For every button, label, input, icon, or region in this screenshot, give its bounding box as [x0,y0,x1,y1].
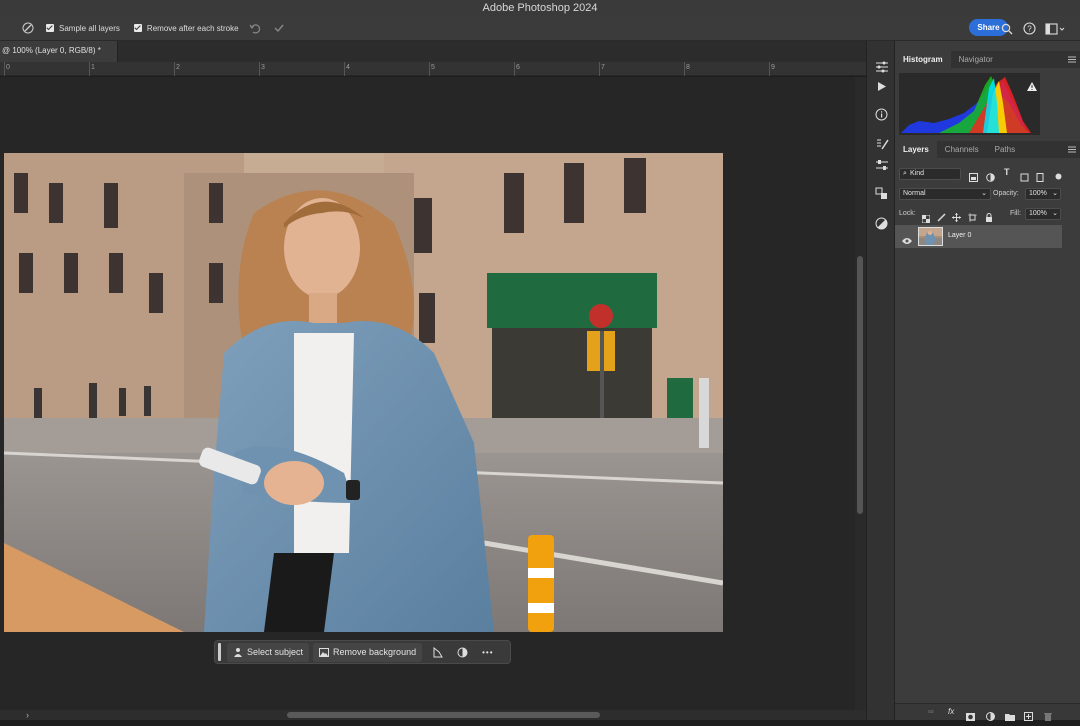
options-bar: Sample all layers Remove after each stro… [0,16,1080,41]
trash-icon[interactable] [1044,708,1052,726]
commit-check-icon[interactable] [273,22,285,34]
ruler-tick-line [344,62,345,76]
layer-comps-icon[interactable] [873,185,890,202]
search-icon[interactable] [1001,22,1013,40]
new-adjustment-icon[interactable] [986,708,995,726]
layer-row[interactable]: Layer 0 [895,225,1062,248]
new-group-icon[interactable] [1005,708,1015,726]
search-icon: ⌕ [903,170,907,177]
layer-thumbnail [918,227,943,246]
horizontal-scroll-thumb[interactable] [287,712,600,718]
document-tab-bar [0,41,866,62]
brush-settings-icon[interactable] [873,135,890,152]
ruler-tick-line [174,62,175,76]
ruler-tick: 0 [6,64,10,71]
document-tab[interactable]: @ 100% (Layer 0, RGB/8) * [0,41,118,62]
filter-type-icon[interactable]: T [1004,167,1010,177]
ruler-tick: 7 [601,64,605,71]
fill-input[interactable]: 100% ⌄ [1025,208,1061,220]
chevron-down-icon: ⌄ [1052,190,1058,197]
ruler-tick-line [4,62,5,76]
tab-navigator[interactable]: Navigator [951,51,1001,68]
filter-pixel-icon[interactable] [969,169,978,187]
brush-tool-icon[interactable] [22,22,34,34]
checkbox-checked-icon [46,24,54,32]
ruler-tick: 5 [431,64,435,71]
image-icon [319,647,330,657]
tab-channels[interactable]: Channels [937,141,987,158]
eye-visibility-icon[interactable] [902,232,912,250]
select-subject-button[interactable]: Select subject [227,642,310,662]
remove-after-stroke-checkbox[interactable]: Remove after each stroke [133,24,239,33]
ruler-tick-line [89,62,90,76]
contextual-task-bar: Select subject Remove background ••• [214,640,511,664]
link-layers-icon[interactable]: ∞ [928,707,934,716]
layer-kind-filter[interactable]: ⌕ Kind [899,168,961,180]
ruler-tick: 3 [261,64,265,71]
help-icon[interactable]: ? [1023,22,1036,40]
ruler-tick-line [514,62,515,76]
properties-sliders-icon[interactable] [873,58,890,75]
undo-icon[interactable] [249,22,261,34]
opacity-label: Opacity: [993,190,1019,197]
panel-icon-strip [866,41,895,720]
transform-icon[interactable] [432,646,443,658]
ruler-tick-line [429,62,430,76]
ruler-tick: 8 [686,64,690,71]
play-actions-icon[interactable] [873,78,890,95]
opacity-input[interactable]: 100% ⌄ [1025,188,1061,200]
chevron-down-icon: ⌄ [1052,210,1058,217]
checkbox-checked-icon [133,24,142,32]
tab-histogram[interactable]: Histogram [895,51,951,68]
filter-smart-object-icon[interactable] [1036,169,1045,187]
chevron-right-icon[interactable]: › [26,710,29,720]
new-layer-icon[interactable] [1024,708,1033,726]
window-title: Adobe Photoshop 2024 [0,0,1080,16]
right-panels: Histogram Navigator Layers Channels Path… [895,41,1080,721]
layer-name[interactable]: Layer 0 [948,232,971,239]
layers-panel-tabs: Layers Channels Paths [895,141,1080,158]
ruler-tick: 6 [516,64,520,71]
remove-background-button[interactable]: Remove background [313,642,423,662]
blend-mode-select[interactable]: Normal ⌄ [899,188,991,200]
ruler-tick: 1 [91,64,95,71]
ruler-tick-line [684,62,685,76]
drag-handle[interactable] [218,643,221,661]
ruler-tick: 9 [771,64,775,71]
histogram-panel-tabs: Histogram Navigator [895,51,1080,68]
info-icon[interactable] [873,106,890,123]
ruler-tick-line [259,62,260,76]
lock-label: Lock: [899,210,916,217]
ruler-tick-line [599,62,600,76]
sample-all-layers-checkbox[interactable]: Sample all layers [46,24,120,33]
tab-paths[interactable]: Paths [987,141,1023,158]
ruler-tick: 2 [176,64,180,71]
histogram-display [899,73,1040,135]
chevron-down-icon: ⌄ [981,190,987,197]
horizontal-ruler: 0 1 2 3 4 5 6 7 8 9 [0,62,866,76]
add-mask-icon[interactable] [966,708,975,726]
tab-layers[interactable]: Layers [895,141,937,158]
filter-adjustment-icon[interactable] [986,169,995,187]
workspace-icon[interactable] [1045,22,1065,40]
filter-shape-icon[interactable] [1020,169,1029,187]
ruler-tick: 4 [346,64,350,71]
panel-menu-icon[interactable] [1068,56,1076,63]
adjustments-circle-icon[interactable] [873,215,890,232]
select-subject-icon [233,647,243,657]
vertical-scroll-thumb[interactable] [857,256,863,514]
document-image[interactable] [4,153,723,632]
more-options-button[interactable]: ••• [482,648,493,657]
layers-bottom-toolbar: ∞ fx [895,703,1080,721]
filter-toggle-icon[interactable] [1055,167,1062,185]
adjustment-icon[interactable] [457,647,468,658]
ruler-tick-line [769,62,770,76]
fx-icon[interactable]: fx [948,707,954,716]
warning-icon[interactable] [1027,78,1037,96]
panel-menu-icon[interactable] [1068,146,1076,153]
svg-text:?: ? [1027,25,1032,34]
adjustments-sliders-icon[interactable] [873,156,890,173]
fill-label: Fill: [1010,210,1021,217]
